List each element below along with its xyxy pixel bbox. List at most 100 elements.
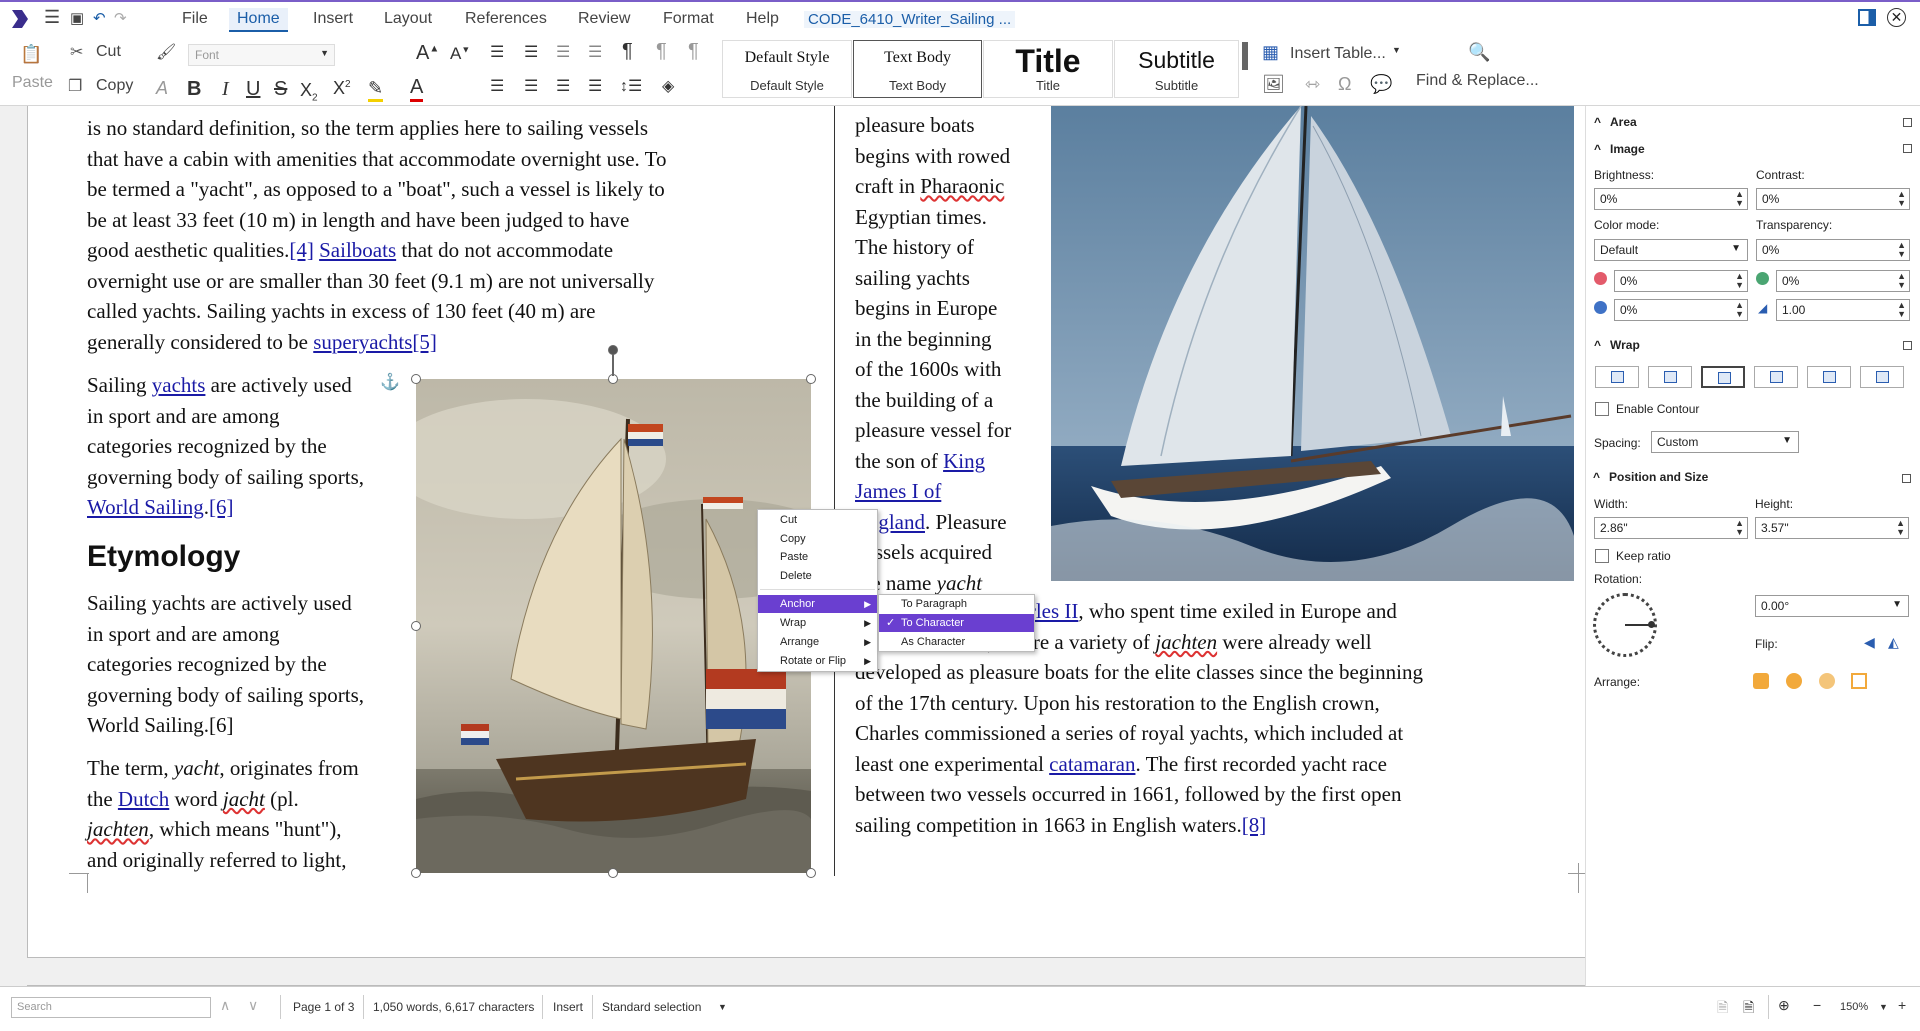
hamburger-menu-icon[interactable]: ☰ (44, 7, 60, 28)
superscript-icon[interactable]: X2 (333, 78, 351, 99)
collapse-wrap-icon[interactable]: ^ (1594, 338, 1601, 352)
paragraph-term[interactable]: The term, yacht, originates from the Dut… (87, 753, 407, 875)
collapse-image-icon[interactable]: ^ (1594, 142, 1601, 156)
ctx-copy[interactable]: Copy (758, 530, 877, 548)
spin-icon[interactable]: ▲ ▼ (1897, 190, 1906, 208)
section-image[interactable]: Image (1610, 142, 1645, 156)
width-field[interactable]: 2.86" ▲ ▼ (1594, 517, 1748, 539)
clear-formatting-icon[interactable]: A (156, 78, 168, 99)
ltr-icon[interactable]: ¶ (656, 40, 667, 63)
green-field[interactable]: 0% ▲ ▼ (1776, 270, 1910, 292)
decrease-indent-icon[interactable]: ☰ (588, 42, 602, 62)
section-area[interactable]: Area (1610, 115, 1637, 129)
ctx-paste[interactable]: Paste (758, 548, 877, 566)
find-replace-button[interactable]: Find & Replace... (1416, 72, 1539, 90)
bold-icon[interactable]: B (187, 78, 201, 101)
spin-icon[interactable]: ▲ ▼ (1735, 190, 1744, 208)
page-indicator[interactable]: Page 1 of 3 (293, 1000, 354, 1014)
wrap-through-button[interactable] (1860, 366, 1904, 388)
highlight-color-icon[interactable]: ✎ (368, 78, 384, 102)
justify-icon[interactable]: ☰ (588, 76, 602, 96)
spin-icon[interactable]: ▲ ▼ (1735, 519, 1744, 537)
shrink-font-icon[interactable]: A▼ (450, 44, 470, 64)
height-field[interactable]: 3.57" ▲ ▼ (1755, 517, 1909, 539)
send-to-back-icon[interactable] (1851, 673, 1867, 689)
insert-mode[interactable]: Insert (553, 1000, 583, 1014)
ref-link-8[interactable]: [8] (1242, 813, 1267, 837)
ref-link-5[interactable]: [5] (412, 330, 437, 354)
insert-image-icon[interactable]: 🖼 (1262, 74, 1285, 95)
align-center-icon[interactable]: ☰ (524, 76, 538, 96)
menu-format[interactable]: Format (655, 8, 722, 32)
subscript-icon[interactable]: X2 (300, 80, 318, 104)
link-catamaran[interactable]: catamaran (1049, 752, 1135, 776)
search-input[interactable]: Search (11, 997, 211, 1018)
ctx-wrap[interactable]: Wrap ▶ (758, 614, 877, 632)
link-dutch[interactable]: Dutch (118, 787, 169, 811)
cut-button[interactable]: Cut (96, 43, 121, 61)
zoom-level[interactable]: 150% (1840, 1001, 1868, 1013)
color-mode-select[interactable]: Default ▼ (1594, 239, 1748, 261)
wrap-left-button[interactable] (1754, 366, 1798, 388)
resize-handle-s[interactable] (608, 868, 618, 878)
more-options-icon[interactable] (1903, 118, 1912, 127)
style-subtitle[interactable]: Subtitle Subtitle (1114, 40, 1239, 98)
spin-icon[interactable]: ▲ ▼ (1735, 272, 1744, 290)
paste-button[interactable]: Paste (12, 74, 53, 92)
ref-link-6[interactable]: [6] (209, 495, 234, 519)
anchor-icon[interactable]: ⚓ (380, 372, 400, 392)
ctx-rotate-flip[interactable]: Rotate or Flip ▶ (758, 652, 877, 670)
keep-ratio-checkbox[interactable] (1595, 549, 1609, 563)
gamma-field[interactable]: 1.00 ▲ ▼ (1776, 299, 1910, 321)
resize-handle-sw[interactable] (411, 868, 421, 878)
ctx-arrange[interactable]: Arrange ▶ (758, 633, 877, 651)
wrap-none-button[interactable] (1595, 366, 1639, 388)
collapse-area-icon[interactable]: ^ (1594, 115, 1601, 129)
link-james[interactable]: James I of (855, 479, 941, 503)
menu-layout[interactable]: Layout (376, 8, 440, 32)
spin-icon[interactable]: ▲ ▼ (1897, 272, 1906, 290)
resize-handle-ne[interactable] (806, 374, 816, 384)
font-color-icon[interactable]: A (410, 76, 424, 102)
formatting-marks-icon[interactable]: ¶ (622, 40, 633, 63)
style-title[interactable]: Title Title (983, 40, 1113, 98)
menu-help[interactable]: Help (738, 8, 787, 32)
submenu-to-character[interactable]: ✓ To Character (879, 614, 1034, 632)
paragraph-definition[interactable]: is no standard definition, so the term a… (87, 113, 727, 357)
spin-icon[interactable]: ▲ ▼ (1897, 301, 1906, 319)
flip-horizontal-icon[interactable]: ◭ (1888, 634, 1899, 651)
submenu-as-character[interactable]: As Character (879, 633, 1034, 651)
strikethrough-icon[interactable]: S (274, 78, 287, 101)
redo-icon[interactable]: ↷ (114, 9, 127, 27)
link-world-sailing[interactable]: World Sailing (87, 495, 204, 519)
wrap-parallel-button[interactable] (1648, 366, 1692, 388)
grow-font-icon[interactable]: A▲ (416, 42, 439, 65)
italic-icon[interactable]: I (222, 78, 229, 101)
rotation-select[interactable]: 0.00° ▼ (1755, 595, 1909, 617)
spin-icon[interactable]: ▲ ▼ (1897, 241, 1906, 259)
more-options-icon[interactable] (1903, 144, 1912, 153)
paragraph-background-icon[interactable]: ◈ (662, 76, 674, 96)
ctx-delete[interactable]: Delete (758, 567, 877, 585)
link-sailboats[interactable]: Sailboats (319, 238, 396, 262)
insert-comment-icon[interactable]: 💬 (1370, 74, 1392, 95)
search-next-icon[interactable]: ∨ (248, 997, 258, 1014)
rtl-icon[interactable]: ¶ (688, 40, 699, 63)
close-document-icon[interactable]: ✕ (1887, 8, 1906, 27)
search-previous-icon[interactable]: ∧ (220, 997, 230, 1014)
spin-icon[interactable]: ▲ ▼ (1896, 519, 1905, 537)
more-options-icon[interactable] (1902, 474, 1911, 483)
link-king[interactable]: King (943, 449, 985, 473)
link-yachts[interactable]: yachts (152, 373, 206, 397)
zoom-out-icon[interactable]: − (1813, 997, 1821, 1013)
app-logo-icon[interactable] (8, 8, 30, 30)
more-options-icon[interactable] (1903, 341, 1912, 350)
ctx-anchor[interactable]: Anchor ▶ (758, 595, 877, 613)
bullet-list-icon[interactable]: ☰ (490, 42, 504, 62)
paste-icon[interactable]: 📋 (20, 44, 42, 65)
bring-forward-icon[interactable] (1786, 673, 1802, 689)
find-replace-icon[interactable]: 🔍 (1468, 42, 1490, 63)
sidebar-toggle-icon[interactable] (1858, 9, 1876, 26)
ctx-cut[interactable]: Cut (758, 511, 877, 529)
align-right-icon[interactable]: ☰ (556, 76, 570, 96)
